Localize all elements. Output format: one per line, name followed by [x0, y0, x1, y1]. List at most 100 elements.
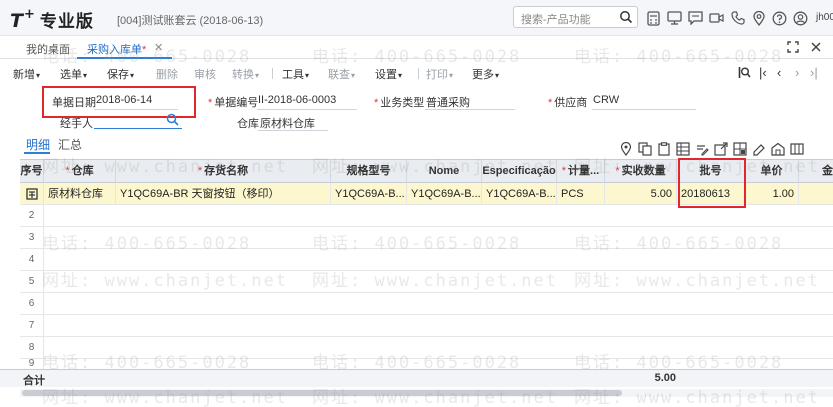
fullscreen-icon[interactable]: [786, 40, 800, 54]
handler-label: 经手人: [60, 118, 93, 130]
col-amount[interactable]: 金: [799, 160, 833, 183]
more-button[interactable]: 更多▾: [472, 66, 499, 82]
cell-item-name[interactable]: Y1QC69A-BR 天窗按钮（移印）: [116, 183, 331, 205]
col-price[interactable]: 单价: [745, 160, 799, 183]
message-icon[interactable]: [687, 9, 704, 27]
row-number: 2: [20, 205, 44, 227]
copy-row-icon[interactable]: [637, 141, 652, 156]
scrollbar-thumb[interactable]: [22, 390, 622, 396]
calculator-icon[interactable]: [645, 9, 662, 27]
locate-icon[interactable]: [618, 141, 633, 156]
last-record-icon[interactable]: ›|: [810, 65, 818, 80]
video-icon[interactable]: [708, 9, 725, 27]
col-unit[interactable]: * 计量...: [557, 160, 605, 183]
docno-field[interactable]: II-2018-06-0003: [258, 94, 336, 106]
warehouse-icon[interactable]: [770, 141, 785, 156]
batch-highlight-box: [678, 158, 746, 208]
document-tabs: 我的桌面 采购入库单* ✕: [0, 37, 833, 59]
col-spec[interactable]: 规格型号: [331, 160, 407, 183]
print-button[interactable]: 打印▾: [426, 66, 453, 82]
handler-field[interactable]: [96, 115, 166, 127]
next-record-icon[interactable]: ›: [795, 65, 799, 80]
table-row[interactable]: 7: [20, 315, 833, 337]
location-icon[interactable]: [750, 9, 767, 27]
monitor-icon[interactable]: [666, 9, 683, 27]
close-tab-icon[interactable]: ✕: [154, 41, 163, 54]
insert-row-icon[interactable]: [675, 141, 690, 156]
convert-button[interactable]: 转换▾: [232, 66, 259, 82]
help-icon[interactable]: [771, 9, 788, 27]
first-record-icon[interactable]: |‹: [759, 65, 767, 80]
handler-field-underline: [94, 128, 182, 129]
cell-qty[interactable]: 5.00: [605, 183, 677, 205]
tab-purchase-receipt[interactable]: 采购入库单*: [87, 41, 146, 57]
settings-button[interactable]: 设置▾: [375, 66, 402, 82]
tab-summary[interactable]: 汇总: [58, 136, 82, 153]
cell-unit[interactable]: PCS: [557, 183, 605, 205]
close-window-icon[interactable]: [809, 40, 823, 54]
col-warehouse[interactable]: * 仓库: [44, 160, 116, 183]
row-number: 3: [20, 227, 44, 249]
table-row[interactable]: 5: [20, 271, 833, 293]
row-number: 8: [20, 337, 44, 359]
row-number: 6: [20, 293, 44, 315]
warehouse-field-underline: [258, 130, 328, 131]
biztype-field-underline: [425, 109, 515, 110]
cell-warehouse[interactable]: 原材料仓库: [44, 183, 116, 205]
new-button[interactable]: 新增▾: [13, 66, 40, 82]
unsaved-indicator: *: [142, 44, 147, 56]
grid-total-row: [0, 369, 833, 387]
clear-icon[interactable]: [751, 141, 766, 156]
supplier-field[interactable]: CRW: [593, 94, 619, 106]
column-settings-icon[interactable]: [789, 141, 804, 156]
tab-detail[interactable]: 明细: [26, 136, 50, 153]
link-query-button[interactable]: 联查▾: [328, 66, 355, 82]
active-tab-indicator: [77, 57, 172, 59]
delete-button[interactable]: 删除: [156, 66, 178, 82]
horizontal-scrollbar[interactable]: [20, 389, 833, 397]
select-source-button[interactable]: 选单▾: [60, 66, 87, 82]
cell-amount[interactable]: [799, 183, 833, 205]
phone-icon[interactable]: [729, 9, 746, 27]
docno-field-underline: [257, 109, 357, 110]
table-row[interactable]: 2: [20, 205, 833, 227]
col-item-name[interactable]: * 存货名称: [116, 160, 331, 183]
row-detail-icon[interactable]: [20, 183, 44, 205]
handler-search-icon[interactable]: [166, 113, 179, 126]
tab-my-desktop[interactable]: 我的桌面: [26, 41, 70, 57]
table-row[interactable]: 3: [20, 227, 833, 249]
col-especificacao[interactable]: Especificação: [482, 160, 557, 183]
row-number: 4: [20, 249, 44, 271]
tools-button[interactable]: 工具▾: [282, 66, 309, 82]
row-number: 7: [20, 315, 44, 337]
table-row[interactable]: 8: [20, 337, 833, 359]
cell-especificacao[interactable]: Y1QC69A-B...: [482, 183, 557, 205]
docno-label: * 单据编号: [208, 97, 259, 109]
col-qty[interactable]: * 实收数量: [605, 160, 677, 183]
cell-nome[interactable]: Y1QC69A-B...: [407, 183, 482, 205]
paste-row-icon[interactable]: [656, 141, 671, 156]
row-number: 9: [20, 359, 44, 369]
approve-button[interactable]: 审核: [194, 66, 216, 82]
cell-spec[interactable]: Y1QC69A-B...: [331, 183, 407, 205]
first-record-search-icon[interactable]: [738, 66, 751, 79]
cell-price[interactable]: 1.00: [745, 183, 799, 205]
warehouse-field[interactable]: 原材料仓库: [260, 115, 315, 131]
table-row[interactable]: 6: [20, 293, 833, 315]
search-input[interactable]: 搜索-产品功能: [513, 6, 638, 28]
grid-toolbar: [618, 141, 804, 156]
search-icon[interactable]: [619, 10, 633, 24]
user-icon[interactable]: [792, 9, 809, 27]
search-placeholder: 搜索-产品功能: [521, 14, 591, 26]
split-row-icon[interactable]: [732, 141, 747, 156]
previous-record-icon[interactable]: ‹: [777, 65, 781, 80]
tab-label: 采购入库单: [87, 44, 142, 56]
col-nome[interactable]: Nome: [407, 160, 482, 183]
edit-row-icon[interactable]: [694, 141, 709, 156]
user-name[interactable]: jh00: [816, 12, 833, 23]
table-row[interactable]: 9: [20, 359, 833, 369]
biztype-field[interactable]: 普通采购: [426, 94, 470, 110]
save-button[interactable]: 保存▾: [107, 66, 134, 82]
table-row[interactable]: 4: [20, 249, 833, 271]
export-icon[interactable]: [713, 141, 728, 156]
